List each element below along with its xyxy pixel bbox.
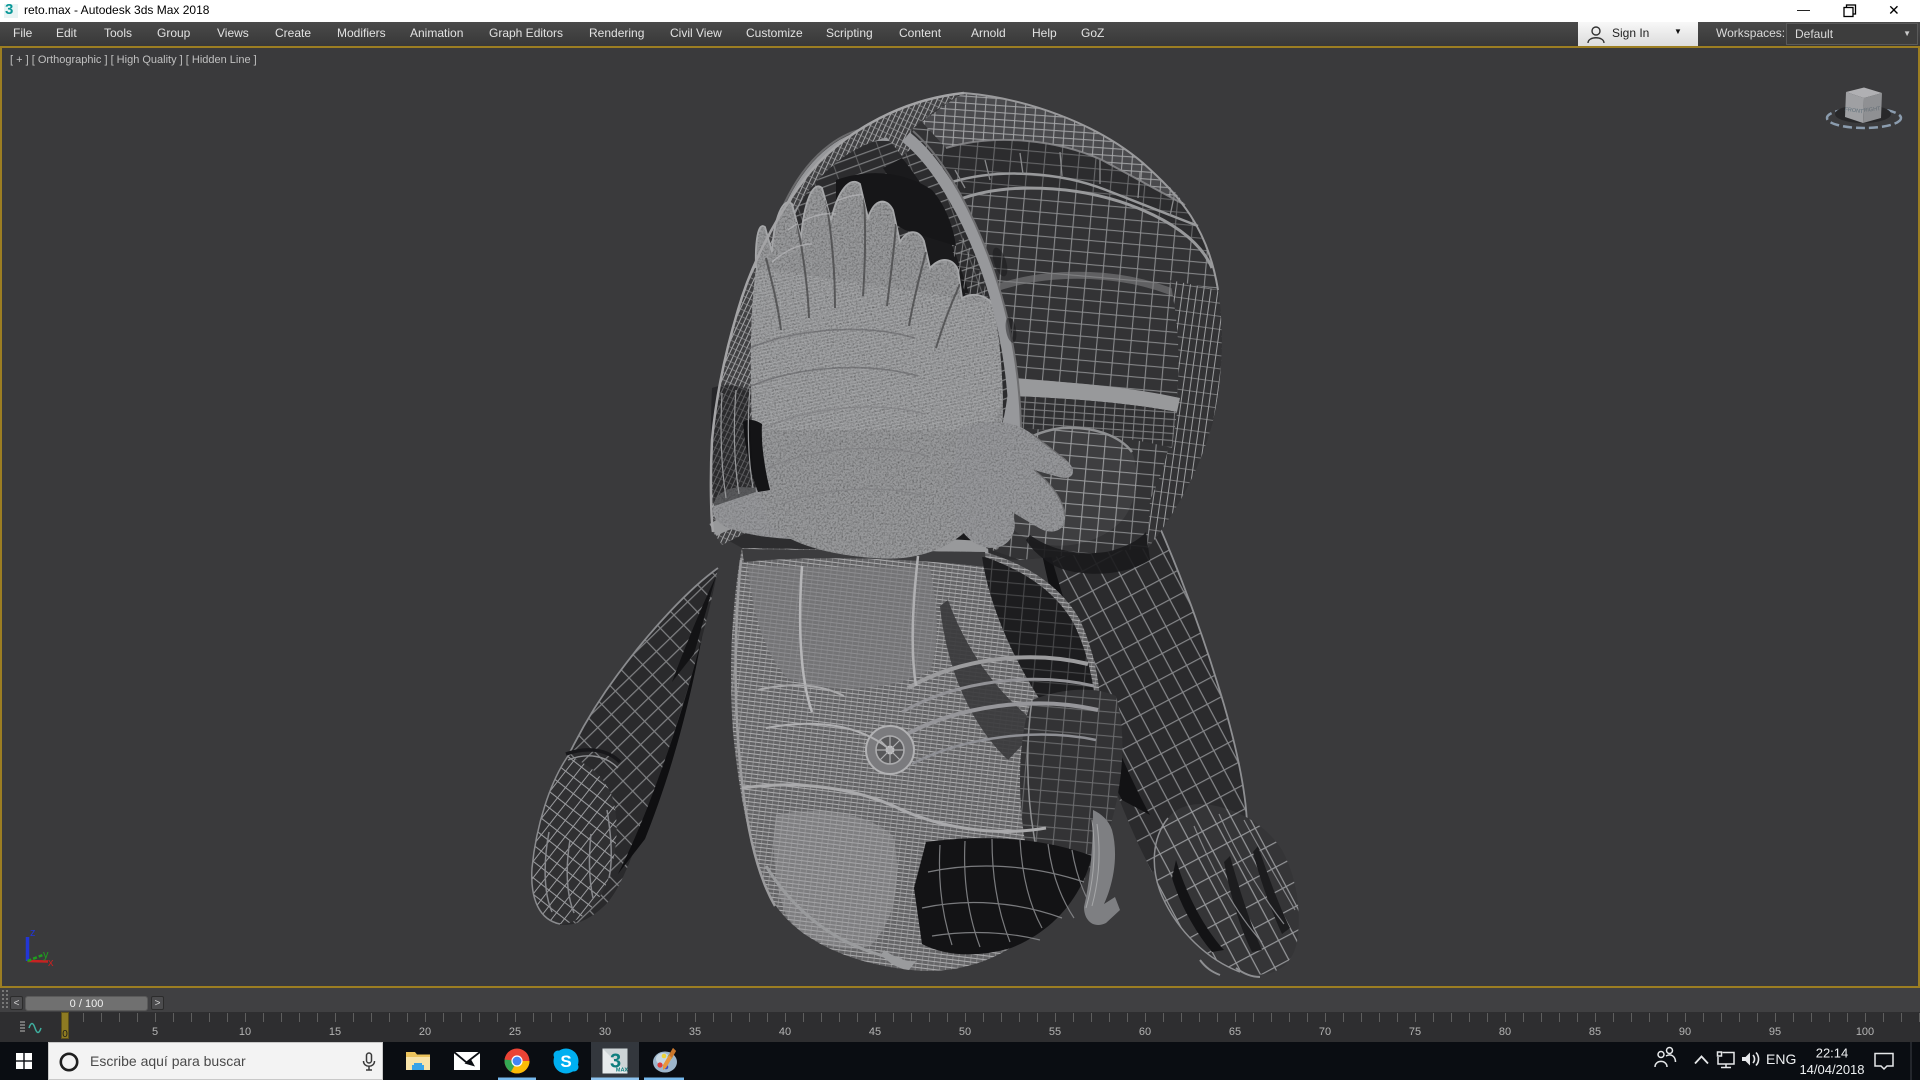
svg-text:y: y — [43, 949, 49, 961]
svg-text:ENG: ENG — [1766, 1051, 1796, 1067]
svg-text:x: x — [48, 957, 54, 969]
svg-text:14/04/2018: 14/04/2018 — [1799, 1062, 1864, 1077]
svg-text:S: S — [560, 1052, 571, 1071]
svg-text:22:14: 22:14 — [1816, 1046, 1849, 1061]
svg-text:z: z — [30, 927, 36, 939]
svg-text:MAX: MAX — [616, 1068, 629, 1074]
